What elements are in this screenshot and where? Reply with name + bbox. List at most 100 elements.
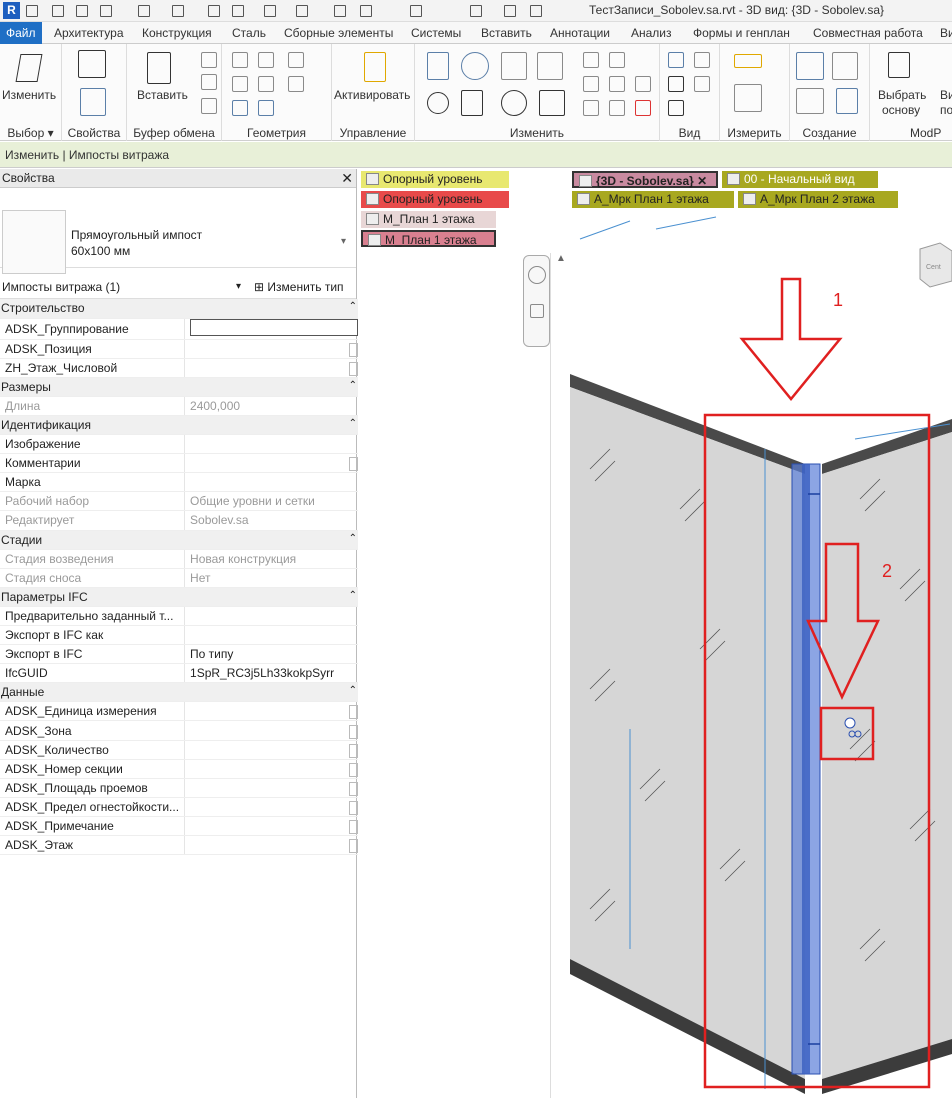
property-value[interactable]: По типу	[184, 644, 364, 665]
home-icon[interactable]	[26, 5, 38, 17]
hide-element-icon[interactable]	[668, 100, 684, 116]
property-row[interactable]: ADSK_Этаж	[0, 835, 364, 856]
match-type-icon[interactable]	[201, 98, 217, 114]
collapse-icon[interactable]: ⌃	[349, 685, 357, 696]
property-edit-field[interactable]	[190, 318, 359, 336]
property-row[interactable]: ADSK_Площадь проемов	[0, 778, 364, 798]
vi-label-1[interactable]: Ви	[940, 88, 952, 102]
property-value[interactable]: 1SpR_RC3j5Lh33kokpSyrr	[184, 663, 364, 684]
modify-cursor-icon[interactable]	[15, 54, 43, 82]
view-tab[interactable]: {3D - Sobolev.sa} ✕	[572, 171, 718, 188]
property-group[interactable]: Стадии ⌃	[0, 530, 364, 550]
close-icon[interactable]: ✕	[694, 174, 707, 188]
tab-9[interactable]: Формы и генплан	[693, 22, 790, 44]
delete-icon[interactable]	[232, 5, 244, 17]
split-face-icon[interactable]	[258, 100, 274, 116]
view-options-icon[interactable]	[694, 52, 710, 68]
type-properties-icon[interactable]	[78, 50, 106, 78]
property-row[interactable]: Редактирует Sobolev.sa	[0, 510, 364, 531]
property-value[interactable]	[184, 759, 364, 779]
view-tab[interactable]: Опорный уровень	[361, 191, 509, 208]
property-row[interactable]: Комментарии	[0, 453, 364, 474]
tab-11[interactable]: Ви	[940, 22, 952, 44]
copy-icon[interactable]	[201, 74, 217, 90]
chevron-down-icon[interactable]: ▾	[236, 276, 241, 298]
create-similar-icon[interactable]	[836, 88, 858, 114]
property-row[interactable]: ADSK_Номер секции	[0, 759, 364, 779]
paste-icon[interactable]	[147, 52, 171, 84]
3d-view-icon[interactable]	[410, 5, 422, 17]
param-button[interactable]	[349, 781, 359, 796]
collapse-icon[interactable]: ⌃	[349, 418, 357, 429]
paint-icon[interactable]	[232, 100, 248, 116]
panel-label-select[interactable]: Выбор ▾	[0, 126, 61, 140]
open-icon[interactable]	[52, 5, 64, 17]
tile-icon[interactable]	[530, 5, 542, 17]
property-value[interactable]	[184, 625, 364, 646]
select-host-icon[interactable]	[888, 52, 910, 78]
view-tab[interactable]: 00 - Начальный вид	[722, 171, 878, 188]
edit-type-button[interactable]: ⊞ Изменить тип	[254, 276, 344, 298]
property-value[interactable]	[184, 318, 364, 340]
wall-joins-icon[interactable]	[258, 76, 274, 92]
select-host-label-1[interactable]: Выбрать	[878, 88, 926, 102]
property-value[interactable]	[184, 778, 364, 798]
undo-icon[interactable]	[138, 5, 150, 17]
chevron-up-icon[interactable]: ▲	[556, 253, 566, 264]
property-row[interactable]: ADSK_Единица измерения	[0, 701, 364, 722]
property-group-label[interactable]: Стадии ⌃	[0, 530, 364, 550]
align-icon[interactable]	[296, 5, 308, 17]
tab-0[interactable]: Файл	[0, 22, 42, 44]
property-group-label[interactable]: Строительство ⌃	[0, 299, 364, 319]
tab-10[interactable]: Совместная работа	[813, 22, 923, 44]
property-row[interactable]: ADSK_Примечание	[0, 816, 364, 837]
filter-icon[interactable]	[694, 76, 710, 92]
property-row[interactable]: ZH_Этаж_Числовой	[0, 358, 364, 378]
create-parts-icon[interactable]	[832, 52, 858, 80]
property-row[interactable]: Предварительно заданный т...	[0, 606, 364, 627]
param-button[interactable]	[349, 800, 359, 815]
property-value[interactable]	[184, 816, 364, 837]
measure-distance-icon[interactable]	[734, 54, 762, 68]
chevron-down-icon[interactable]: ▾	[341, 236, 346, 247]
tab-5[interactable]: Системы	[411, 22, 461, 44]
property-value[interactable]	[184, 701, 364, 722]
tab-8[interactable]: Анализ	[631, 22, 672, 44]
3d-viewport[interactable]: Cent 1 2	[517, 169, 952, 1098]
offset-icon[interactable]	[461, 52, 489, 80]
tab-4[interactable]: Сборные элементы	[284, 22, 393, 44]
scale-icon[interactable]	[609, 76, 625, 92]
property-row[interactable]: ADSK_Предел огнестойкости...	[0, 797, 364, 817]
property-row[interactable]: ADSK_Группирование	[0, 318, 364, 340]
property-group-label[interactable]: Данные ⌃	[0, 682, 364, 703]
view-tab[interactable]: Опорный уровень	[361, 171, 509, 188]
property-value[interactable]	[184, 720, 364, 741]
param-button[interactable]	[349, 342, 359, 357]
steering-wheel-icon[interactable]	[528, 266, 546, 284]
properties-icon[interactable]	[80, 88, 106, 116]
move-icon[interactable]	[427, 92, 449, 114]
demolish-icon[interactable]	[288, 76, 304, 92]
rotate-icon[interactable]	[501, 90, 527, 116]
tab-6[interactable]: Вставить	[481, 22, 532, 44]
collapse-icon[interactable]: ⌃	[349, 301, 357, 312]
property-value[interactable]	[184, 358, 364, 378]
param-button[interactable]	[349, 705, 359, 720]
save-icon[interactable]	[76, 5, 88, 17]
trim-single-icon[interactable]	[583, 100, 599, 116]
property-group[interactable]: Данные ⌃	[0, 682, 364, 703]
property-value[interactable]	[184, 740, 364, 760]
flip-control-icon[interactable]	[844, 717, 856, 729]
close-hidden-icon[interactable]	[504, 5, 516, 17]
array-icon[interactable]	[583, 76, 599, 92]
property-value[interactable]	[184, 835, 364, 856]
create-group-icon[interactable]	[796, 88, 824, 114]
select-host-label-2[interactable]: основу	[882, 103, 920, 117]
tab-2[interactable]: Конструкция	[142, 22, 212, 44]
property-row[interactable]: Рабочий набор Общие уровни и сетки	[0, 491, 364, 512]
vertical-scrollbar[interactable]: ▲	[550, 253, 570, 1098]
param-button[interactable]	[349, 819, 359, 834]
revit-logo-icon[interactable]: R	[3, 2, 20, 19]
property-group[interactable]: Параметры IFC ⌃	[0, 587, 364, 607]
property-value[interactable]	[184, 797, 364, 817]
